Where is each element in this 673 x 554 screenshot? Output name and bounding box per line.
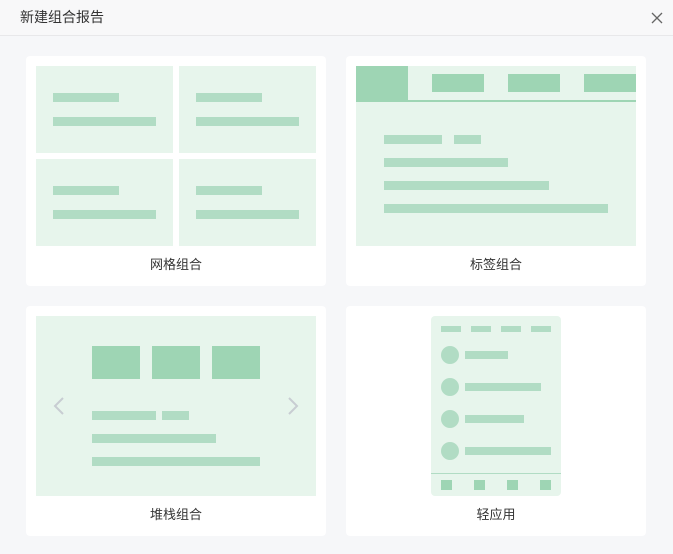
tab-underline (356, 100, 636, 102)
placeholder-line (441, 410, 459, 428)
placeholder-line (384, 135, 442, 144)
placeholder-line (53, 210, 156, 219)
stack-layout-preview (36, 316, 316, 496)
placeholder-block (507, 480, 518, 490)
placeholder-line (471, 326, 491, 332)
dialog-header: 新建组合报告 (0, 0, 673, 36)
placeholder-line (441, 378, 459, 396)
placeholder-block (474, 480, 485, 490)
placeholder-block (152, 346, 200, 379)
grid-layout-label: 网格组合 (149, 258, 202, 273)
tab (584, 74, 636, 92)
placeholder-line (53, 117, 156, 126)
tab-layout-label: 标签组合 (469, 258, 522, 273)
light-app-card[interactable]: 轻应用 (346, 306, 646, 536)
placeholder-block (441, 480, 452, 490)
chevron-left-icon (53, 397, 64, 415)
placeholder-block (540, 480, 551, 490)
placeholder-line (92, 434, 216, 443)
placeholder-line (454, 135, 481, 144)
placeholder-line (53, 186, 119, 195)
placeholder-line (162, 411, 189, 420)
placeholder-block (212, 346, 260, 379)
grid-pane (36, 159, 173, 246)
placeholder-line (53, 93, 119, 102)
placeholder-line (465, 351, 508, 359)
light-app-label: 轻应用 (476, 508, 516, 523)
placeholder-line (441, 442, 459, 460)
placeholder-line (501, 326, 521, 332)
placeholder-line (465, 383, 541, 391)
placeholder-line (384, 158, 508, 167)
placeholder-line (441, 346, 459, 364)
light-app-preview (431, 316, 561, 496)
placeholder-line (441, 326, 461, 332)
placeholder-line (465, 415, 524, 423)
tab (508, 74, 560, 92)
placeholder-block (92, 346, 140, 379)
placeholder-line (196, 210, 299, 219)
active-tab (356, 66, 408, 101)
stack-layout-label: 堆栈组合 (149, 508, 202, 523)
placeholder-line (384, 181, 549, 190)
placeholder-line (92, 411, 156, 420)
chevron-right-icon (288, 397, 299, 415)
grid-pane (179, 66, 316, 153)
placeholder-line (431, 473, 561, 474)
grid-pane (179, 159, 316, 246)
placeholder-line (531, 326, 551, 332)
dialog-title: 新建组合报告 (20, 10, 104, 26)
placeholder-line (465, 447, 551, 455)
placeholder-line (92, 457, 260, 466)
close-icon[interactable] (650, 11, 664, 25)
stack-layout-card[interactable]: 堆栈组合 (26, 306, 326, 536)
tab-layout-card[interactable]: 标签组合 (346, 56, 646, 286)
grid-layout-card[interactable]: 网格组合 (26, 56, 326, 286)
tab (432, 74, 484, 92)
placeholder-line (384, 204, 608, 213)
placeholder-line (196, 93, 262, 102)
placeholder-line (196, 186, 262, 195)
grid-layout-preview (36, 66, 316, 246)
grid-pane (36, 66, 173, 153)
placeholder-line (196, 117, 299, 126)
tab-layout-preview (356, 66, 636, 246)
